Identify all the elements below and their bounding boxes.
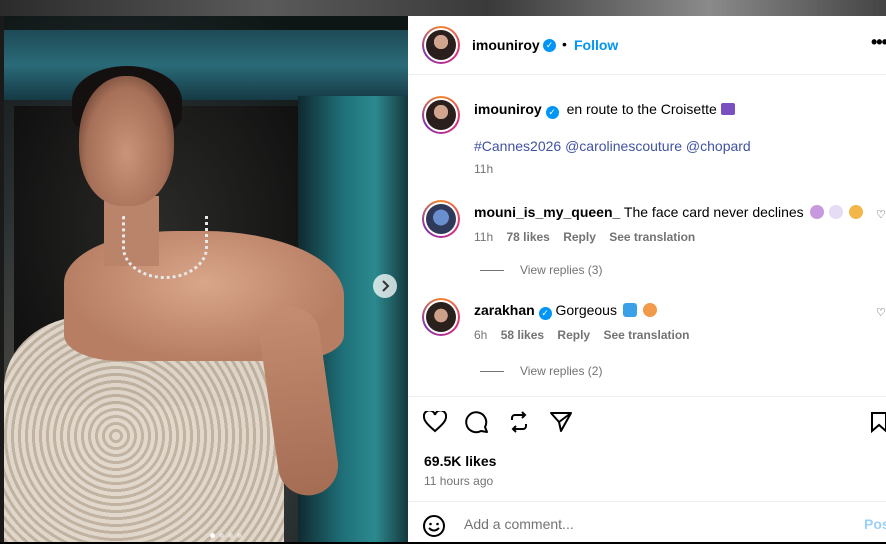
mention-link[interactable]: @chopard: [686, 138, 751, 154]
carousel-dot: [237, 533, 242, 538]
caption-username[interactable]: imouniroy: [474, 101, 542, 117]
post-header: imouniroy ✓ • Follow •••: [408, 16, 886, 75]
post-photo[interactable]: [4, 16, 408, 542]
comment-meta: 6h 58 likes Reply See translation: [474, 328, 699, 342]
caption-avatar[interactable]: [422, 96, 460, 134]
verified-badge-icon: ✓: [543, 39, 556, 52]
background-feed-strip: [0, 0, 886, 16]
action-icons: [422, 409, 574, 435]
view-replies-button[interactable]: View replies (2): [480, 364, 602, 378]
comment-time: 11h: [474, 230, 494, 244]
heart-eyes-icon: [849, 205, 864, 219]
comment-likes[interactable]: 78 likes: [506, 230, 549, 244]
follow-button[interactable]: Follow: [574, 37, 618, 53]
verified-badge-icon: ✓: [545, 106, 559, 119]
post-comment-button[interactable]: Post: [864, 516, 886, 532]
white-heart-icon: [829, 205, 844, 219]
carousel-dots: [210, 533, 242, 538]
carousel-dot: [219, 533, 224, 538]
heart-icon[interactable]: [422, 409, 448, 435]
bookmark-icon[interactable]: [870, 411, 886, 438]
smiley-icon[interactable]: [422, 514, 446, 543]
avatar[interactable]: [422, 298, 460, 336]
see-translation-button[interactable]: See translation: [609, 230, 695, 244]
add-comment-bar: Add a comment... Post: [408, 501, 886, 544]
author-username[interactable]: imouniroy: [472, 37, 540, 53]
view-replies-label[interactable]: View replies (3): [520, 263, 602, 277]
carousel-dot: [210, 533, 215, 538]
more-options-icon[interactable]: •••: [871, 32, 886, 53]
verified-badge-icon: ✓: [538, 307, 552, 320]
avatar[interactable]: [422, 200, 460, 238]
avatar[interactable]: [422, 26, 460, 64]
chevron-right-icon[interactable]: [373, 274, 397, 298]
comment-body: The face card never declines: [623, 204, 804, 220]
face-graphic: [79, 76, 174, 206]
caption-timestamp: 11h: [474, 162, 494, 176]
comment-like-icon[interactable]: ♡: [876, 306, 886, 319]
comment-icon[interactable]: [464, 409, 490, 435]
post-details-panel: imouniroy ✓ • Follow ••• imouniroy ✓ en r…: [408, 16, 886, 542]
caption-text: en route to the Croisette: [566, 101, 717, 117]
kissing-face-icon: [642, 303, 657, 317]
mention-link[interactable]: @carolinescouture: [565, 138, 682, 154]
share-icon[interactable]: [548, 409, 574, 435]
comment-text: zarakhan ✓ Gorgeous: [474, 302, 657, 320]
repost-icon[interactable]: [506, 409, 532, 435]
comment-username[interactable]: mouni_is_my_queen_: [474, 204, 620, 220]
post-actions: 69.5K likes 11 hours ago Add a comment..…: [408, 396, 886, 543]
view-replies-label[interactable]: View replies (2): [520, 364, 602, 378]
comment-input[interactable]: Add a comment...: [464, 516, 574, 532]
hashtag-link[interactable]: #Cannes2026: [474, 138, 561, 154]
reply-button[interactable]: Reply: [557, 328, 590, 342]
comment-meta: 11h 78 likes Reply See translation: [474, 230, 705, 244]
comment-username[interactable]: zarakhan: [474, 302, 535, 318]
clapper-board-icon: [720, 103, 735, 115]
comment-text: mouni_is_my_queen_ The face card never d…: [474, 204, 864, 220]
comment-like-icon[interactable]: ♡: [876, 208, 886, 221]
comment-time: 6h: [474, 328, 488, 342]
likes-count[interactable]: 69.5K likes: [424, 453, 496, 469]
gem-icon: [622, 303, 637, 317]
sparkle-heart-icon: [809, 205, 824, 219]
comment-body: Gorgeous: [555, 302, 617, 318]
reply-button[interactable]: Reply: [563, 230, 596, 244]
see-translation-button[interactable]: See translation: [603, 328, 689, 342]
comment-likes[interactable]: 58 likes: [501, 328, 544, 342]
view-replies-button[interactable]: View replies (3): [480, 263, 602, 277]
separator-dot: •: [562, 36, 567, 52]
necklace-graphic: [122, 216, 208, 279]
post-timestamp: 11 hours ago: [424, 474, 494, 488]
caption-tags: #Cannes2026 @carolinescouture @chopard: [474, 138, 751, 154]
caption: imouniroy ✓ en route to the Croisette: [474, 101, 735, 119]
carousel-dot: [228, 533, 233, 538]
post-modal: imouniroy ✓ • Follow ••• imouniroy ✓ en r…: [4, 16, 886, 542]
car-roof-graphic: [4, 30, 408, 100]
